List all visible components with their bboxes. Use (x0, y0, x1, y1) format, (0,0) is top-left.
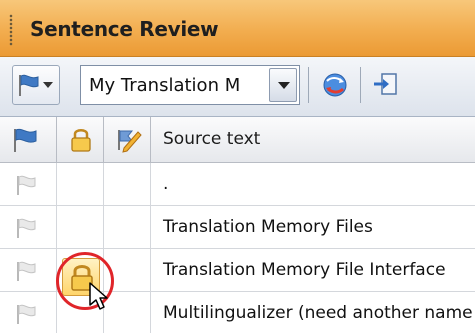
flag-icon (17, 175, 36, 195)
translation-memory-select[interactable]: My Translation M (80, 65, 300, 105)
column-header-source-text[interactable]: Source text (151, 117, 475, 163)
row-lock-cell[interactable] (57, 163, 104, 206)
chevron-down-icon (43, 82, 53, 88)
column-header-flag[interactable] (0, 117, 57, 163)
column-header-edit[interactable] (104, 117, 151, 163)
flag-icon (14, 128, 37, 152)
flag-icon (17, 304, 36, 324)
row-flag-cell[interactable] (0, 206, 57, 249)
panel-title-bar: Sentence Review (0, 0, 475, 57)
source-text: . (163, 174, 169, 194)
row-flag-cell[interactable] (0, 249, 57, 292)
row-edit-cell[interactable] (104, 163, 151, 206)
row-source-cell[interactable]: Translation Memory Files (151, 206, 475, 249)
toolbar-separator (360, 67, 361, 103)
export-icon (374, 73, 397, 95)
source-text: Translation Memory Files (163, 217, 373, 237)
row-flag-cell[interactable] (0, 292, 57, 333)
row-source-cell[interactable]: Multilingualizer (need another name (151, 292, 475, 333)
grid-header: Source text (0, 117, 475, 163)
toolbar-separator (308, 67, 309, 103)
source-text: Translation Memory File Interface (163, 260, 446, 280)
sentence-grid: Source text . Translation Memory Files T… (0, 117, 475, 333)
mouse-cursor-icon (89, 282, 108, 310)
refresh-globe-icon (323, 73, 347, 97)
row-flag-cell[interactable] (0, 163, 57, 206)
export-button[interactable] (368, 67, 406, 103)
source-text: Multilingualizer (need another name (163, 303, 473, 323)
lock-icon (71, 129, 91, 152)
select-dropdown-button[interactable] (269, 68, 297, 102)
row-source-cell[interactable]: Translation Memory File Interface (151, 249, 475, 292)
toolbar: My Translation M (0, 57, 475, 117)
column-header-lock[interactable] (57, 117, 104, 163)
flag-icon (17, 218, 36, 238)
table-row[interactable]: . (0, 163, 475, 206)
refresh-button[interactable] (318, 67, 356, 103)
row-edit-cell[interactable] (104, 206, 151, 249)
flag-icon (17, 261, 36, 281)
row-edit-cell[interactable] (104, 292, 151, 333)
flag-icon (19, 74, 39, 96)
row-source-cell[interactable]: . (151, 163, 475, 206)
panel-title: Sentence Review (30, 17, 219, 41)
flag-filter-button[interactable] (12, 65, 60, 105)
table-row[interactable]: Translation Memory Files (0, 206, 475, 249)
drag-grip[interactable] (9, 14, 13, 46)
translation-memory-select-value: My Translation M (89, 75, 241, 96)
row-lock-cell[interactable] (57, 206, 104, 249)
edit-flag-icon (118, 130, 142, 153)
column-header-label: Source text (163, 129, 261, 149)
